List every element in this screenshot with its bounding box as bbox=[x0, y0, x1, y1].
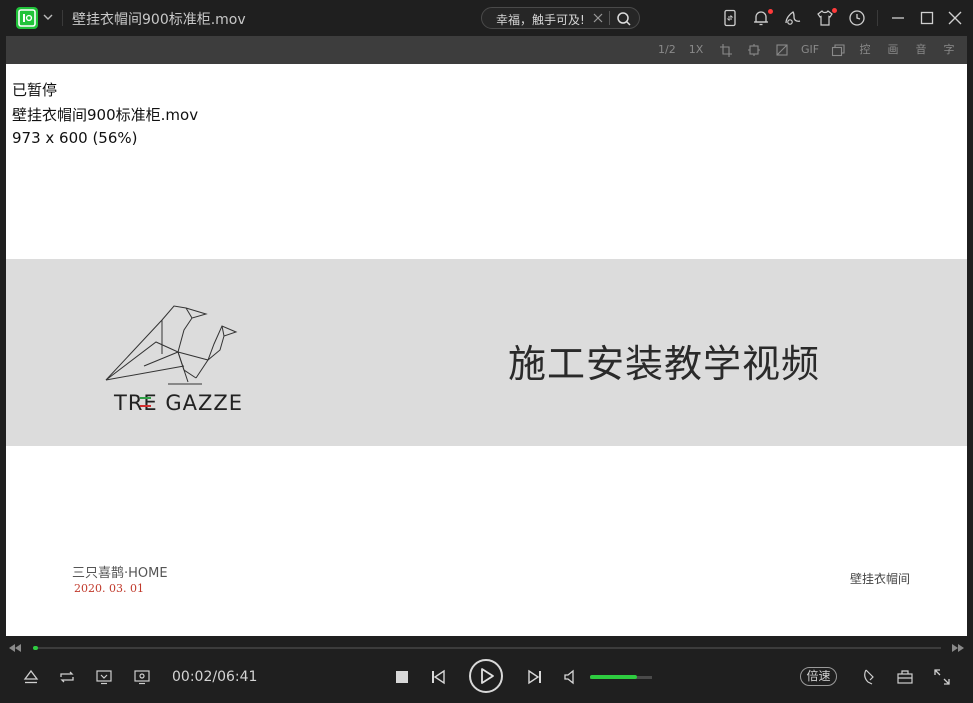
maximize-icon[interactable] bbox=[918, 9, 936, 27]
play-button[interactable] bbox=[469, 659, 503, 693]
video-canvas[interactable]: 已暂停 壁挂衣帽间900标准柜.mov 973 x 600 (56%) TRE … bbox=[6, 64, 967, 636]
cast-icon[interactable] bbox=[95, 668, 113, 686]
tool-picture[interactable]: 画 bbox=[886, 42, 900, 58]
history-clock-icon[interactable] bbox=[848, 9, 866, 27]
volume-icon[interactable] bbox=[563, 668, 581, 686]
eject-icon[interactable] bbox=[22, 668, 40, 686]
seek-row bbox=[0, 638, 973, 658]
rewind-icon[interactable] bbox=[8, 642, 22, 654]
rotate-icon[interactable] bbox=[775, 42, 789, 58]
bell-icon[interactable] bbox=[860, 668, 878, 686]
stop-icon[interactable] bbox=[393, 668, 411, 686]
brand-flag-red bbox=[140, 405, 151, 407]
toolbox-icon[interactable] bbox=[896, 668, 914, 686]
control-bar: 00:02/06:41 倍速 bbox=[0, 658, 973, 703]
tool-control[interactable]: 控 bbox=[858, 42, 872, 58]
play-icon bbox=[481, 668, 494, 684]
seek-progress[interactable] bbox=[33, 646, 38, 650]
search-box[interactable]: 幸福，触手可及! bbox=[481, 7, 640, 29]
video-date: 2020. 03. 01 bbox=[74, 582, 144, 595]
brand-flag-green bbox=[140, 397, 151, 399]
chevron-down-icon[interactable] bbox=[42, 11, 54, 23]
search-input[interactable]: 幸福，触手可及! bbox=[496, 11, 585, 28]
previous-icon[interactable] bbox=[429, 668, 447, 686]
video-toolbar: 1/2 1X GIF 控 画 音 字 bbox=[6, 36, 967, 64]
company-name: 三只喜鹊·HOME bbox=[72, 566, 168, 581]
speed-button[interactable]: 倍速 bbox=[800, 667, 837, 686]
volume-level[interactable] bbox=[590, 675, 637, 679]
osd-status: 已暂停 bbox=[12, 81, 58, 99]
crop-icon[interactable] bbox=[719, 42, 733, 58]
close-icon[interactable] bbox=[946, 9, 964, 27]
tool-subtitle[interactable]: 字 bbox=[942, 42, 956, 58]
window-title: 壁挂衣帽间900标准柜.mov bbox=[72, 12, 246, 28]
tool-original-size[interactable]: 1X bbox=[687, 42, 705, 58]
phone-sync-icon[interactable] bbox=[721, 9, 739, 27]
minimize-icon[interactable] bbox=[889, 9, 907, 27]
tshirt-theme-icon[interactable] bbox=[816, 9, 834, 27]
tool-half-size[interactable]: 1/2 bbox=[658, 42, 676, 58]
title-bar: 壁挂衣帽间900标准柜.mov 幸福，触手可及! bbox=[0, 0, 973, 36]
search-divider bbox=[609, 11, 610, 25]
clear-icon[interactable] bbox=[592, 12, 604, 24]
video-headline: 施工安装教学视频 bbox=[508, 342, 821, 386]
seek-track[interactable] bbox=[33, 647, 941, 649]
title-divider bbox=[62, 10, 63, 26]
osd-filename: 壁挂衣帽间900标准柜.mov bbox=[12, 106, 199, 124]
iqiyi-logo-icon[interactable] bbox=[16, 7, 38, 29]
loop-icon[interactable] bbox=[58, 668, 76, 686]
fast-forward-icon[interactable] bbox=[951, 642, 965, 654]
osd-resolution: 973 x 600 (56%) bbox=[12, 129, 138, 147]
search-icon[interactable] bbox=[616, 11, 632, 27]
window-divider bbox=[877, 10, 878, 26]
brand-wordmark: TRE GAZZE bbox=[114, 391, 244, 415]
tool-gif[interactable]: GIF bbox=[801, 42, 819, 58]
tool-audio[interactable]: 音 bbox=[914, 42, 928, 58]
fullscreen-icon[interactable] bbox=[933, 668, 951, 686]
layers-icon[interactable] bbox=[831, 42, 845, 58]
bird-logo-icon bbox=[105, 305, 238, 385]
fit-icon[interactable] bbox=[747, 42, 761, 58]
screen-capture-icon[interactable] bbox=[133, 668, 151, 686]
next-icon[interactable] bbox=[526, 668, 544, 686]
corner-label: 壁挂衣帽间 bbox=[850, 572, 911, 586]
timecode: 00:02/06:41 bbox=[172, 669, 258, 685]
notification-dot bbox=[768, 9, 773, 14]
theme-dot bbox=[832, 8, 837, 13]
skin-palette-icon[interactable] bbox=[784, 9, 802, 27]
